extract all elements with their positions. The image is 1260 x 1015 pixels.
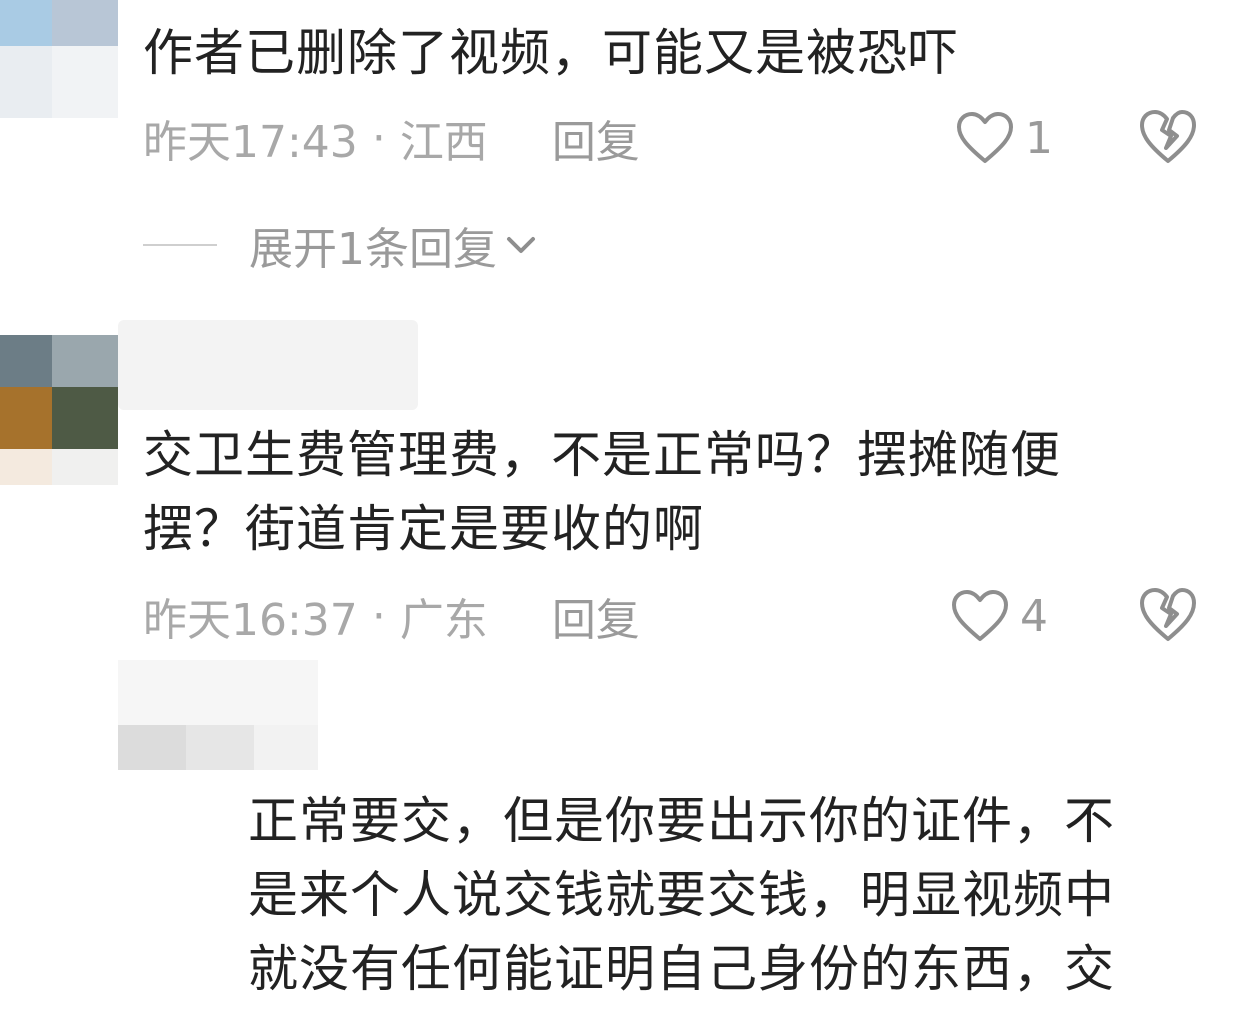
comment-list: 作者已删除了视频，可能又是被恐吓 昨天17:43 · 江西 回复 1 展开1条回… [0,0,1260,1015]
comment-location: 广东 [399,595,488,646]
heart-outline-icon [952,590,1008,641]
comment-text: 是来个人说交钱就要交钱，明显视频中 [248,866,1115,924]
heart-outline-icon [957,112,1013,163]
avatar[interactable] [0,0,118,118]
expand-replies-label: 展开1条回复 [249,224,497,275]
comment-meta: 昨天17:43 · 江西 回复 [143,106,640,170]
comment-text: 作者已删除了视频，可能又是被恐吓 [143,24,959,82]
comment-time: 昨天17:43 [143,117,358,168]
like-count: 4 [1020,590,1048,642]
reply-button[interactable]: 回复 [552,584,640,648]
comment-text: 交卫生费管理费，不是正常吗？摆摊随便 [143,426,1061,484]
like-button[interactable]: 1 [955,108,1053,168]
like-button[interactable]: 4 [950,586,1048,646]
broken-heart-icon[interactable] [1137,106,1199,168]
comment-text: 正常要交，但是你要出示你的证件，不 [248,792,1115,850]
broken-heart-icon[interactable] [1137,584,1199,646]
comment-location: 江西 [399,117,488,168]
username[interactable] [118,320,418,410]
avatar[interactable] [0,335,118,485]
comment-time: 昨天16:37 [143,595,358,646]
comment-text: 摆？街道肯定是要收的啊 [143,500,704,558]
divider-line [143,244,217,246]
like-count: 1 [1025,112,1053,164]
meta-separator: · [371,112,386,164]
comment-meta: 昨天16:37 · 广东 回复 [143,584,640,648]
meta-separator: · [371,590,386,642]
reply-button[interactable]: 回复 [552,106,640,170]
comment-text: 就没有任何能证明自己身份的东西，交 [248,940,1115,998]
reply-avatar[interactable] [118,660,318,770]
expand-replies-button[interactable]: 展开1条回复 [143,215,537,275]
chevron-down-icon [507,237,535,253]
